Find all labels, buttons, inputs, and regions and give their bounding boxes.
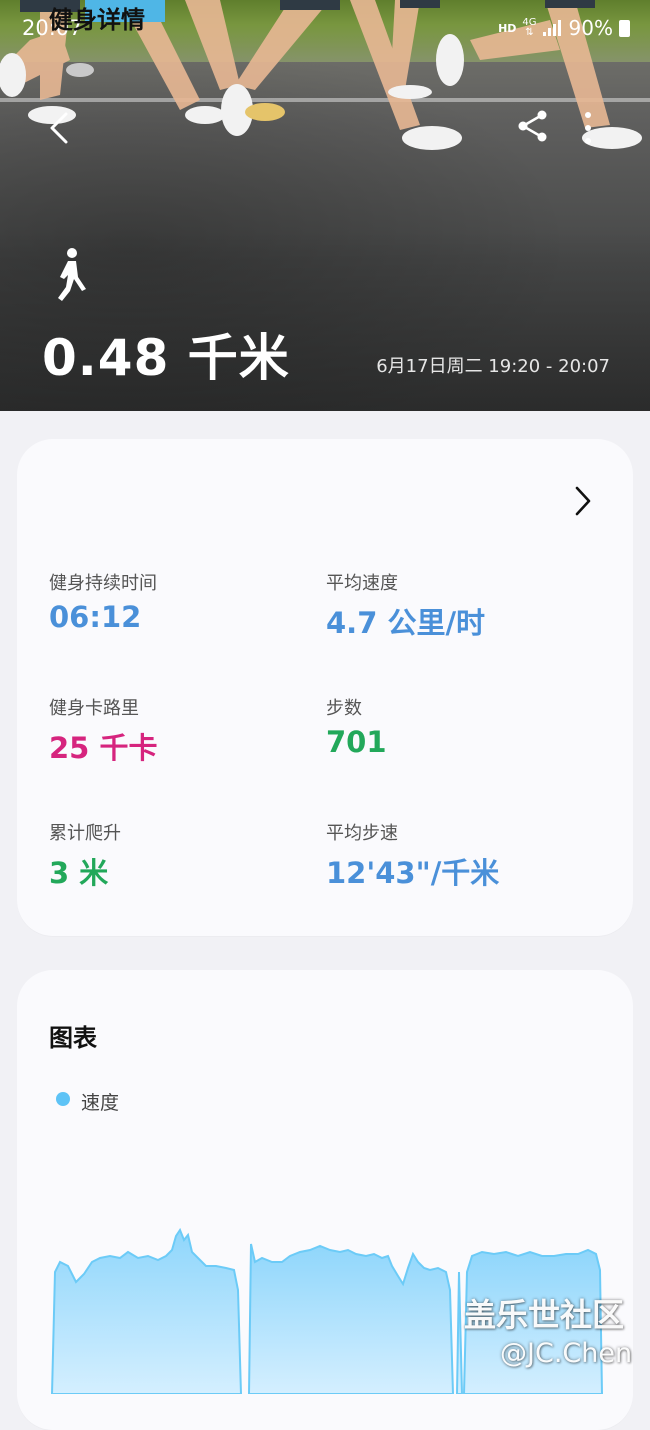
speed-area-segment-1 — [50, 1227, 243, 1394]
speed-chart — [50, 1227, 604, 1394]
speed-area-segment-2 — [247, 1243, 455, 1394]
watermark-author: @JC.Chen — [500, 1338, 633, 1369]
speed-area-segment-3 — [455, 1271, 464, 1394]
watermark-community: 盖乐世社区 — [464, 1296, 625, 1334]
